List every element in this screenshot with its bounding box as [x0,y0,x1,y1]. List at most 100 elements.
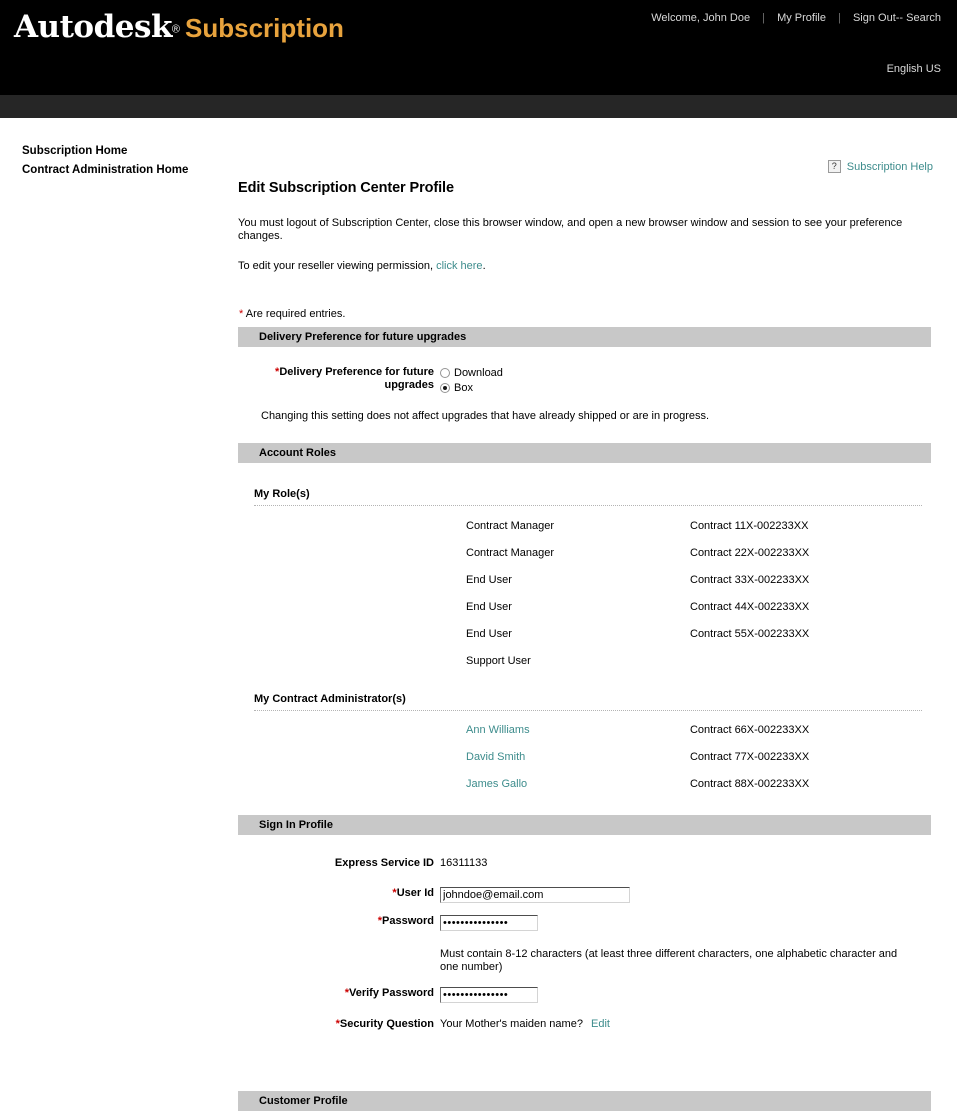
delivery-preference-label-text: Delivery Preference for future upgrades [279,366,434,391]
section-header-sign-in-profile: Sign In Profile [238,815,931,835]
role-cell: End User [466,574,512,586]
required-entries-text: Are required entries. [245,308,346,320]
user-id-label: *User Id [238,887,440,900]
verify-password-input[interactable] [440,987,538,1003]
contract-cell: Contract 33X-002233XX [690,574,810,586]
my-contract-administrators-subsection: My Contract Administrator(s) Ann William… [254,693,922,805]
administrator-link[interactable]: Ann Williams [466,724,530,736]
user-id-input[interactable] [440,887,630,903]
table-row: Contract Manager Contract 22X-002233XX [254,547,922,574]
role-cell: Support User [466,655,531,667]
radio-label-box: Box [454,382,473,394]
radio-label-download: Download [454,367,503,379]
radio-button-download-icon[interactable] [440,368,450,378]
delivery-preference-label: *Delivery Preference for future upgrades [238,366,440,392]
verify-password-row: *Verify Password [238,987,938,1003]
section-header-customer-profile: Customer Profile [238,1091,931,1111]
radio-option-box[interactable]: Box [440,382,503,394]
page-title: Edit Subscription Center Profile [238,180,454,196]
registered-trademark-icon: ® [171,23,181,36]
help-bar: ? Subscription Help [827,160,933,173]
security-question-value: Your Mother's maiden name? [440,1018,583,1030]
contract-administrators-table: Ann Williams Contract 66X-002233XX David… [254,724,922,805]
contract-cell: Contract 77X-002233XX [689,751,810,763]
administrator-cell: David Smith [254,751,690,778]
security-question-edit-link[interactable]: Edit [591,1018,610,1030]
table-row: James Gallo Contract 88X-002233XX [254,778,922,805]
table-row: Support User [254,655,922,682]
sign-out-search-link[interactable]: Sign Out-- Search [853,12,941,24]
contract-cell: Contract 11X-002233XX [690,520,809,532]
security-question-label: *Security Question [238,1018,440,1031]
role-cell: Contract Manager [466,547,555,559]
security-question-label-text: Security Question [339,1018,434,1030]
delivery-preference-note: Changing this setting does not affect up… [261,410,710,422]
secondary-nav-bar [0,95,957,118]
subscription-help-link[interactable]: Subscription Help [847,161,933,173]
question-mark-icon[interactable]: ? [827,160,841,173]
role-cell: End User [466,601,512,613]
table-row: David Smith Contract 77X-002233XX [254,751,922,778]
contract-cell: Contract 44X-002233XX [690,601,810,613]
password-label: *Password [238,915,440,928]
contract-cell: Contract 88X-002233XX [689,778,810,790]
express-service-id-row: Express Service ID 16311133 [238,857,938,870]
reseller-permission-paragraph: To edit your reseller viewing permission… [238,260,938,272]
welcome-text: Welcome, John Doe [651,12,751,24]
utility-nav: Welcome, John Doe | My Profile | Sign Ou… [651,12,941,24]
nav-separator-2: | [838,12,841,24]
password-hint-row: Must contain 8-12 characters (at least t… [238,948,938,973]
contract-cell: Contract 22X-002233XX [690,547,810,559]
my-roles-table: Contract Manager Contract 11X-002233XX C… [254,520,922,682]
contract-cell: Contract 55X-002233XX [690,628,810,640]
role-cell: End User [466,628,512,640]
contract-cell [690,655,922,682]
reseller-prefix-text: To edit your reseller viewing permission… [238,260,437,272]
express-service-id-value: 16311133 [440,857,488,869]
verify-password-label-text: Verify Password [349,987,434,999]
site-header: Autodesk® Subscription Welcome, John Doe … [0,0,957,95]
brand-secondary-text: Subscription [185,13,344,43]
required-asterisk-icon: * [239,308,244,320]
click-here-link[interactable]: click here [436,260,482,272]
sidebar-item-subscription-home[interactable]: Subscription Home [0,144,226,163]
administrator-cell: James Gallo [254,778,690,805]
contract-cell: Contract 66X-002233XX [689,724,810,736]
express-service-id-label: Express Service ID [334,857,434,869]
password-label-text: Password [382,915,434,927]
administrator-link[interactable]: David Smith [466,751,525,763]
table-row: End User Contract 33X-002233XX [254,574,922,601]
table-row: End User Contract 55X-002233XX [254,628,922,655]
nav-separator-1: | [762,12,765,24]
table-row: Ann Williams Contract 66X-002233XX [254,724,922,751]
section-header-account-roles: Account Roles [238,443,931,463]
delivery-preference-row: *Delivery Preference for future upgrades… [238,366,938,397]
my-profile-link[interactable]: My Profile [777,12,826,24]
section-header-delivery-preference: Delivery Preference for future upgrades [238,327,931,347]
radio-button-box-icon[interactable] [440,383,450,393]
security-question-row: *Security Question Your Mother's maiden … [238,1018,938,1031]
my-roles-title: My Role(s) [254,488,922,506]
security-question-value-group: Your Mother's maiden name? Edit [440,1018,610,1031]
user-id-row: *User Id [238,887,938,903]
language-selector[interactable]: English US [887,63,941,75]
brand-primary-text: Autodesk [14,9,172,45]
administrator-link[interactable]: James Gallo [466,778,527,790]
language-label[interactable]: English US [887,63,941,75]
verify-password-label: *Verify Password [238,987,440,1000]
my-contract-administrators-title: My Contract Administrator(s) [254,693,922,711]
main-content: Edit Subscription Center Profile You mus… [238,180,938,1111]
password-hint-text: Must contain 8-12 characters (at least t… [440,948,898,973]
user-id-label-text: User Id [396,887,434,899]
role-cell: Contract Manager [466,520,555,532]
autodesk-logo[interactable]: Autodesk® Subscription [14,9,344,45]
sidebar-item-contract-administration-home[interactable]: Contract Administration Home [0,163,226,182]
required-entries-note: * Are required entries. [239,308,938,320]
delivery-preference-radio-group: Download Box [440,367,503,397]
radio-option-download[interactable]: Download [440,367,503,379]
my-roles-subsection: My Role(s) Contract Manager Contract 11X… [254,488,922,682]
table-row: Contract Manager Contract 11X-002233XX [254,520,922,547]
intro-paragraph: You must logout of Subscription Center, … [238,217,903,242]
reseller-suffix-text: . [482,260,486,272]
password-input[interactable] [440,915,538,931]
